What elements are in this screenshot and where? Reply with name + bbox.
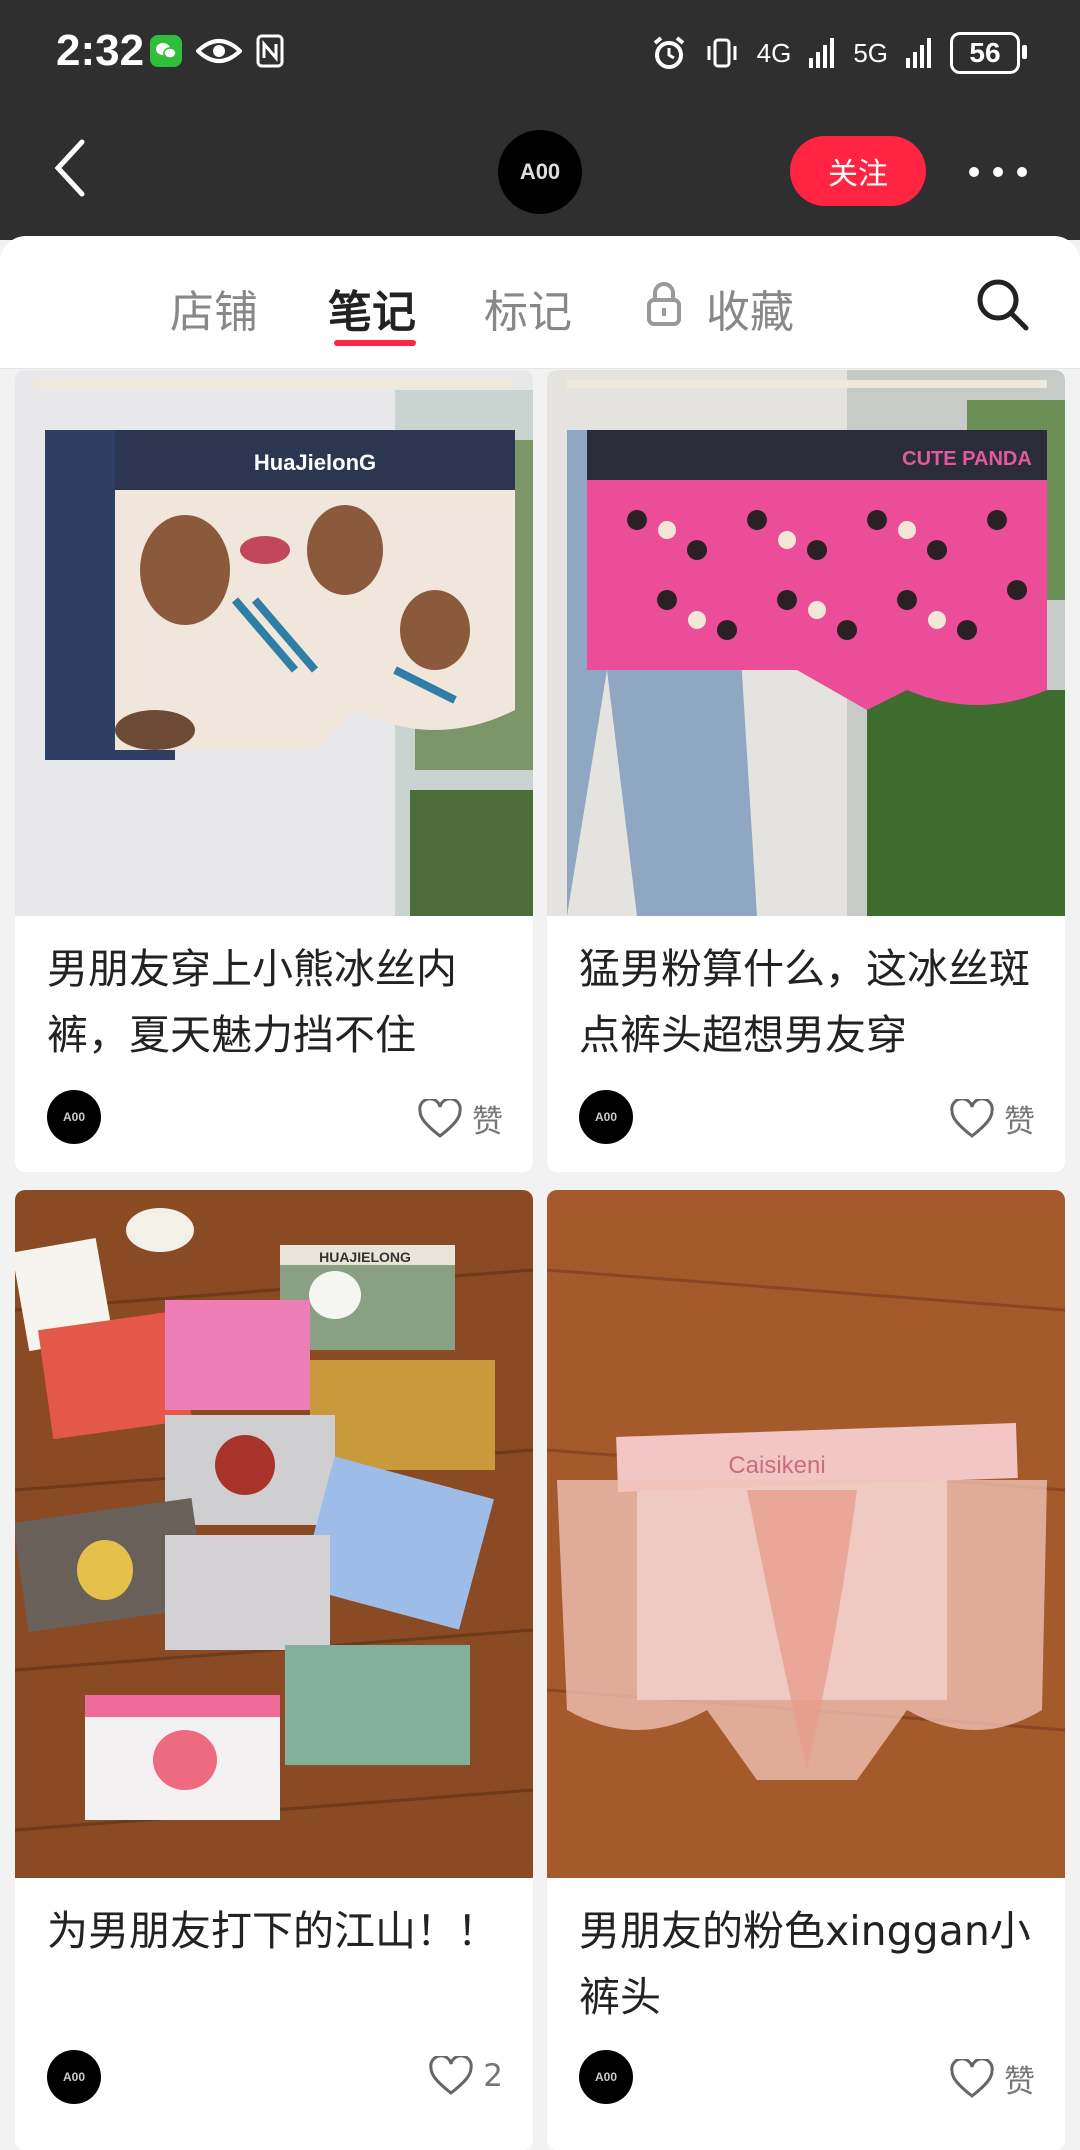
signal-4g-icon	[809, 38, 835, 68]
network-4g-label: 4G	[756, 37, 792, 68]
note-card[interactable]: Caisikeni 男朋友的粉色xinggan小裤头 A00 赞	[547, 1190, 1065, 2150]
note-photo: HUAJIELONG	[15, 1190, 533, 1878]
alarm-icon	[653, 36, 684, 69]
heart-icon	[429, 2056, 473, 2095]
navigation-bar: A00 关注	[0, 110, 1080, 240]
status-left-icons	[150, 34, 284, 68]
note-title: 男朋友的粉色xinggan小裤头	[579, 1907, 1031, 2021]
photo-waistband-text: Caisikeni	[728, 1452, 825, 1479]
author-avatar[interactable]: A00	[579, 2050, 633, 2104]
profile-tabs: 店铺 笔记 标记 收藏	[0, 236, 1080, 369]
author-avatar-text: A00	[62, 1110, 85, 1124]
tab-store[interactable]: 店铺	[170, 276, 258, 340]
author-avatar-text: A00	[594, 2070, 617, 2084]
photo-waistband-text: HuaJielonG	[254, 450, 376, 475]
like-count: 赞	[1004, 2064, 1035, 2100]
author-avatar[interactable]: A00	[47, 2050, 101, 2104]
heart-icon	[418, 1098, 462, 1138]
signal-5g-icon	[906, 38, 931, 68]
lock-icon	[647, 282, 681, 326]
author-avatar-text: A00	[594, 1110, 617, 1124]
status-right-icons: 4G 5G 56	[651, 32, 1027, 74]
more-options-icon[interactable]	[966, 162, 1030, 182]
nfc-icon	[256, 34, 284, 68]
shop-avatar-text: A00	[519, 159, 561, 184]
note-title: 为男朋友打下的江山！！	[47, 1907, 498, 1955]
note-photo: HuaJielonG	[15, 370, 533, 916]
vibrate-icon	[707, 38, 737, 68]
tab-notes[interactable]: 笔记	[328, 276, 416, 340]
note-card[interactable]: HuaJielonG 男朋友穿上小熊冰丝内裤，夏天魅力挡不住 A00 赞	[15, 370, 533, 1172]
photo-waistband-text: CUTE PANDA	[902, 448, 1032, 470]
search-icon[interactable]	[974, 276, 1030, 332]
battery-indicator: 56	[950, 32, 1027, 74]
tab-marks[interactable]: 标记	[484, 276, 572, 340]
note-title: 猛男粉算什么，这冰丝斑点裤头超想男友穿	[579, 945, 1030, 1059]
status-bar: 2:32 4G 5G 56	[0, 0, 1080, 110]
like-count: 赞	[1004, 1104, 1035, 1140]
wechat-notification-icon	[150, 35, 182, 67]
like-button[interactable]: 赞	[950, 2056, 1035, 2101]
top-bar: 2:32 4G 5G 56 A00 关注	[0, 0, 1080, 240]
author-avatar-text: A00	[62, 2070, 85, 2084]
network-5g-label: 5G	[853, 37, 888, 68]
note-card[interactable]: HUAJIELONG 为男朋友打下的江山！！ A00 2	[15, 1190, 533, 2150]
photo-waistband-text: HUAJIELONG	[319, 1249, 411, 1265]
author-avatar[interactable]: A00	[47, 1090, 101, 1144]
status-time: 2:32	[56, 26, 145, 75]
like-button[interactable]: 2	[429, 2056, 503, 2096]
note-photo: CUTE PANDA	[547, 370, 1065, 916]
tab-favorites[interactable]: 收藏	[706, 276, 794, 340]
author-avatar[interactable]: A00	[579, 1090, 633, 1144]
like-count: 赞	[472, 1104, 503, 1140]
active-tab-indicator	[334, 340, 416, 346]
shop-avatar[interactable]: A00	[498, 130, 582, 214]
heart-icon	[950, 2058, 994, 2098]
follow-button[interactable]: 关注	[790, 136, 926, 206]
heart-icon	[950, 1098, 994, 1138]
like-button[interactable]: 赞	[418, 1096, 503, 1141]
like-count: 2	[483, 2058, 503, 2094]
note-title: 男朋友穿上小熊冰丝内裤，夏天魅力挡不住	[47, 945, 457, 1059]
back-arrow-icon[interactable]	[50, 138, 90, 198]
eye-icon	[196, 39, 242, 63]
note-card[interactable]: CUTE PANDA 猛男粉算什么，这冰丝斑点裤头超想男友穿 A00 赞	[547, 370, 1065, 1172]
like-button[interactable]: 赞	[950, 1096, 1035, 1141]
note-photo: Caisikeni	[547, 1190, 1065, 1878]
